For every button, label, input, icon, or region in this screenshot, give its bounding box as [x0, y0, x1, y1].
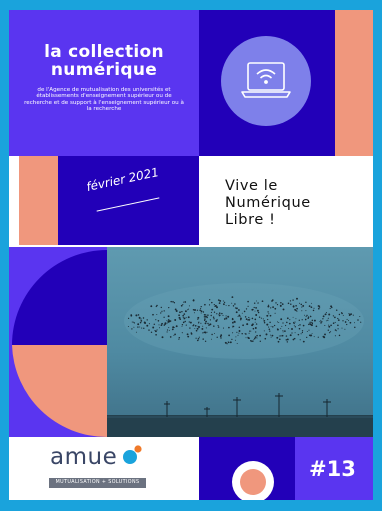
slogan-line1: Vive le: [225, 178, 278, 194]
laptop-block: [199, 10, 335, 156]
date-block: février 2021: [58, 156, 199, 245]
magazine-cover: la collection numérique de l'Agence de m…: [9, 10, 373, 500]
collection-title-block: la collection numérique de l'Agence de m…: [9, 10, 199, 156]
purple-shape-block: [9, 247, 107, 437]
ring-decoration: [232, 461, 274, 500]
cover-slogan: Vive le Numérique Libre !: [225, 178, 311, 229]
circle-block: [199, 437, 295, 500]
salmon-strip-mid: [19, 156, 58, 245]
white-bar: [9, 156, 19, 245]
collection-title-line1: la collection: [44, 42, 164, 62]
issue-date: février 2021: [85, 164, 161, 194]
collection-title: la collection numérique: [9, 43, 199, 79]
amue-logo-word: amue: [50, 444, 118, 470]
slogan-line2: Numérique: [225, 195, 311, 211]
amue-logo-mark-icon: [123, 445, 142, 464]
laptop-wifi-icon: [221, 36, 311, 126]
slogan-line3: Libre !: [225, 212, 276, 228]
starling-murmuration-photo: [107, 247, 373, 437]
quarter-circles-decoration: [9, 247, 107, 437]
salmon-strip-top: [335, 10, 373, 156]
issue-number: #13: [309, 457, 356, 481]
amue-logo-tagline: MUTUALISATION + SOLUTIONS: [49, 478, 146, 488]
collection-title-line2: numérique: [50, 60, 158, 80]
date-underline: [96, 197, 160, 212]
collection-subtitle: de l'Agence de mutualisation des univers…: [24, 87, 184, 112]
